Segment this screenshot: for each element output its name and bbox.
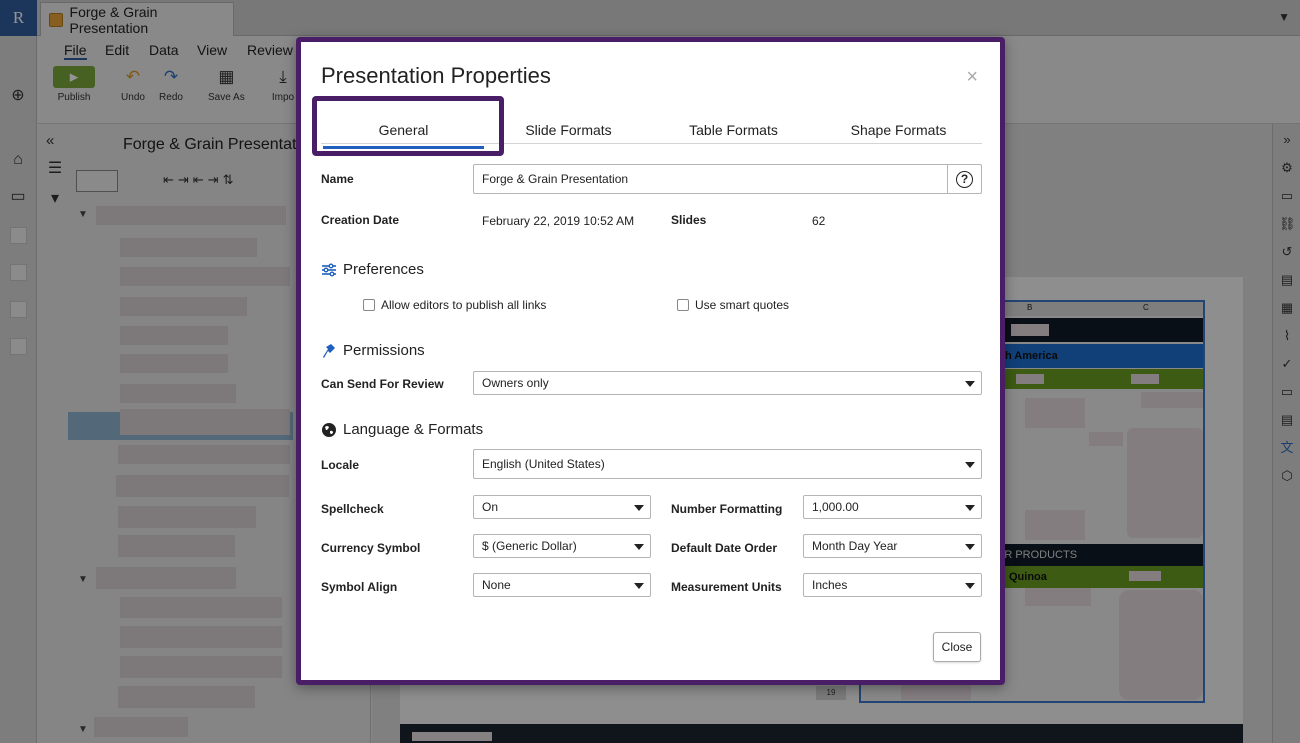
language-heading: Language & Formats (343, 421, 484, 438)
symbol-align-value: None (482, 578, 511, 592)
sliders-icon (321, 262, 337, 278)
dropdown-caret-icon (965, 544, 975, 550)
tab-shape-formats[interactable]: Shape Formats (816, 122, 981, 138)
smart-quotes-label: Use smart quotes (695, 298, 790, 312)
symbol-align-label: Symbol Align (321, 580, 398, 594)
tab-slide-formats-label: Slide Formats (525, 122, 612, 138)
send-for-review-value: Owners only (482, 376, 549, 390)
locale-label: Locale (321, 458, 360, 472)
preferences-section: Preferences (321, 261, 424, 278)
locale-select[interactable]: English (United States) (473, 449, 982, 479)
dropdown-caret-icon (634, 544, 644, 550)
tab-shape-formats-label: Shape Formats (850, 122, 947, 138)
key-icon (321, 343, 337, 359)
globe-icon (321, 422, 337, 438)
symbol-align-select[interactable]: None (473, 573, 651, 597)
measurement-units-select[interactable]: Inches (803, 573, 982, 597)
creation-date-value: February 22, 2019 10:52 AM (482, 214, 635, 228)
creation-date-label: Creation Date (321, 213, 400, 227)
preferences-heading: Preferences (343, 261, 424, 278)
currency-symbol-select[interactable]: $ (Generic Dollar) (473, 534, 651, 558)
dropdown-caret-icon (965, 505, 975, 511)
allow-publish-label: Allow editors to publish all links (381, 298, 547, 312)
number-formatting-select[interactable]: 1,000.00 (803, 495, 982, 519)
measurement-units-label: Measurement Units (671, 580, 782, 594)
send-for-review-select[interactable]: Owners only (473, 371, 982, 395)
dropdown-caret-icon (965, 583, 975, 589)
dropdown-caret-icon (634, 505, 644, 511)
close-icon[interactable]: × (966, 66, 978, 89)
permissions-section: Permissions (321, 342, 425, 359)
date-order-label: Default Date Order (671, 541, 778, 555)
date-order-select[interactable]: Month Day Year (803, 534, 982, 558)
date-order-value: Month Day Year (812, 539, 898, 553)
checkbox-box[interactable] (677, 299, 689, 311)
dropdown-caret-icon (965, 462, 975, 468)
language-section: Language & Formats (321, 421, 483, 438)
send-for-review-label: Can Send For Review (321, 377, 444, 391)
name-value: Forge & Grain Presentation (482, 172, 629, 186)
spellcheck-label: Spellcheck (321, 502, 384, 516)
presentation-properties-dialog: Presentation Properties × General Slide … (296, 37, 1005, 685)
help-icon: ? (956, 170, 973, 188)
spellcheck-select[interactable]: On (473, 495, 651, 519)
tab-table-formats[interactable]: Table Formats (651, 122, 816, 138)
checkbox-box[interactable] (363, 299, 375, 311)
locale-value: English (United States) (482, 457, 605, 471)
permissions-heading: Permissions (343, 342, 425, 359)
currency-symbol-label: Currency Symbol (321, 541, 421, 555)
name-label: Name (321, 172, 354, 186)
slides-count: 62 (812, 214, 826, 228)
measurement-units-value: Inches (812, 578, 848, 592)
number-formatting-label: Number Formatting (671, 502, 783, 516)
dropdown-caret-icon (965, 381, 975, 387)
close-button[interactable]: Close (933, 632, 981, 662)
tab-table-formats-label: Table Formats (689, 122, 778, 138)
help-button[interactable]: ? (947, 165, 981, 193)
tab-slide-formats[interactable]: Slide Formats (486, 122, 651, 138)
currency-symbol-value: $ (Generic Dollar) (482, 539, 577, 553)
number-formatting-value: 1,000.00 (812, 500, 859, 514)
dialog-title: Presentation Properties (321, 63, 551, 88)
dropdown-caret-icon (634, 583, 644, 589)
name-field[interactable]: Forge & Grain Presentation ? (473, 164, 982, 194)
tab-focus-ring (312, 96, 504, 156)
slides-label: Slides (671, 213, 707, 227)
allow-publish-checkbox[interactable]: Allow editors to publish all links (363, 298, 546, 312)
spellcheck-value: On (482, 500, 499, 514)
smart-quotes-checkbox[interactable]: Use smart quotes (677, 298, 789, 312)
